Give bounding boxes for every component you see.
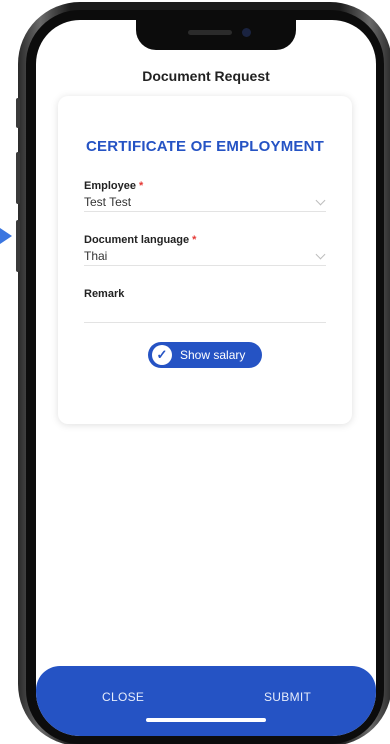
show-salary-label: Show salary	[180, 348, 246, 362]
speaker-grille	[188, 30, 232, 35]
remark-label: Remark	[84, 288, 125, 300]
action-bar: CLOSE SUBMIT	[36, 666, 376, 736]
document-language-select[interactable]: Document language * Thai	[84, 234, 326, 266]
required-mark: *	[138, 180, 144, 192]
remark-field[interactable]: Remark	[84, 288, 326, 323]
app-screen: Document Request CERTIFICATE OF EMPLOYME…	[36, 20, 376, 736]
submit-button[interactable]: SUBMIT	[264, 690, 311, 704]
document-language-value: Thai	[84, 249, 108, 263]
volume-up-button	[16, 152, 20, 204]
page-title: Document Request	[142, 68, 270, 84]
employee-select[interactable]: Employee * Test Test	[84, 180, 326, 212]
volume-down-button	[16, 220, 20, 272]
mute-switch	[16, 98, 20, 128]
pointer-arrow-icon	[0, 228, 12, 244]
required-mark: *	[192, 234, 197, 246]
employee-value: Test Test	[84, 195, 132, 209]
camera-icon	[242, 28, 251, 37]
show-salary-toggle[interactable]: ✓ Show salary	[148, 342, 262, 368]
checkmark-icon: ✓	[152, 345, 172, 365]
close-button[interactable]: CLOSE	[102, 690, 144, 704]
card-title: CERTIFICATE OF EMPLOYMENT	[85, 138, 325, 155]
employee-label: Employee *	[84, 180, 144, 192]
notch	[136, 20, 296, 50]
home-indicator[interactable]	[146, 718, 266, 722]
document-language-label: Document language *	[84, 234, 197, 246]
remark-input[interactable]	[84, 303, 326, 322]
request-form-card: CERTIFICATE OF EMPLOYMENT Employee * Test…	[58, 96, 352, 424]
